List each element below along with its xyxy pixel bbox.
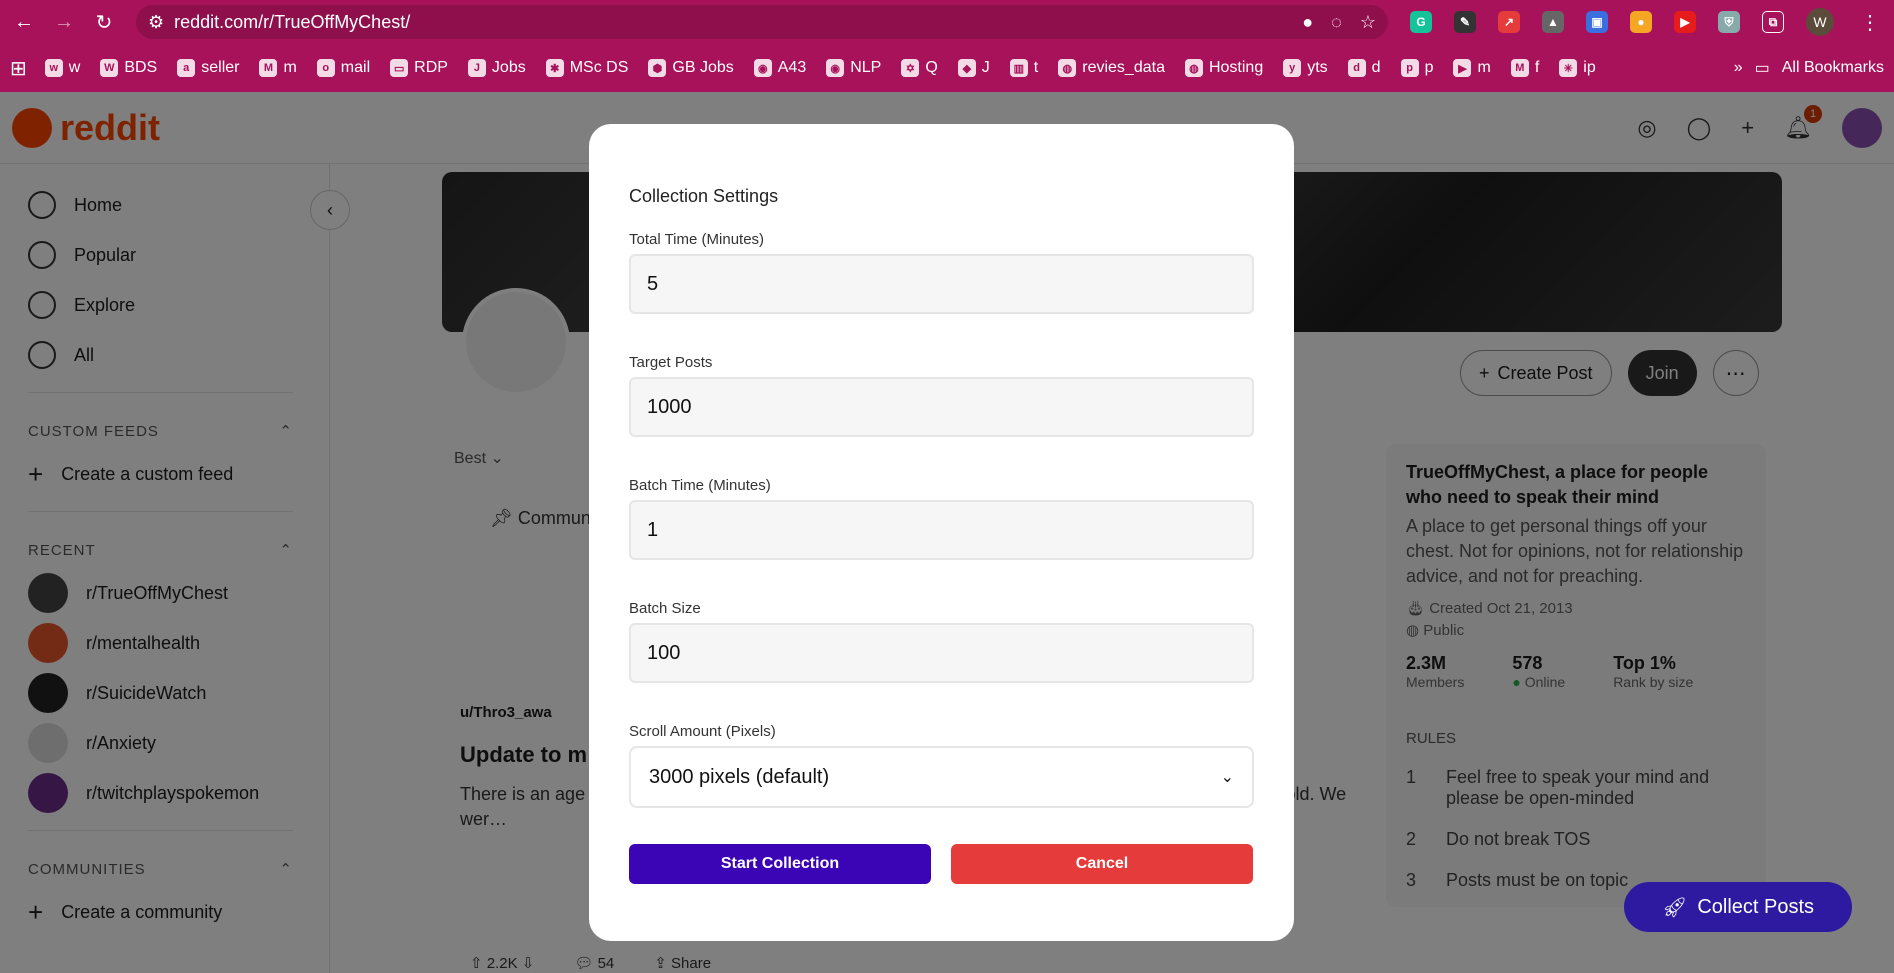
remote-desktop-icon: ▭ xyxy=(390,59,409,77)
back-arrow-icon[interactable]: ← xyxy=(10,8,38,36)
bookmark-item[interactable]: ✳ ip xyxy=(1549,59,1605,77)
bookmark-item[interactable]: ✱ MSc DS xyxy=(536,59,639,77)
jobs-icon: J xyxy=(467,59,486,77)
bookmark-star-icon[interactable]: ☆ xyxy=(1360,12,1376,33)
bookmark-item[interactable]: W BDS xyxy=(90,59,167,77)
github-icon: ◉ xyxy=(826,59,845,77)
apps-grid-icon[interactable]: ⊞ xyxy=(10,56,35,81)
trello-icon: ▥ xyxy=(1009,59,1028,77)
whatsapp-icon: w xyxy=(44,59,63,77)
yts-icon: y xyxy=(1283,59,1302,77)
play-icon: ▶ xyxy=(1453,59,1472,77)
chevron-down-icon: ⌄ xyxy=(1220,769,1234,786)
bookmark-item[interactable]: ◉ NLP xyxy=(816,59,891,77)
bookmark-item[interactable]: ◉ A43 xyxy=(744,59,816,77)
bookmark-item[interactable]: Mf xyxy=(1501,59,1549,77)
extensions-puzzle-icon[interactable]: ⧉ xyxy=(1762,11,1784,33)
tracking-prevention-icon[interactable]: ◌ xyxy=(1331,12,1342,33)
extensions: G ✎ ↗ ▲ ▣ ● ▶ ⛨ ⧉ W ⋮ xyxy=(1410,8,1884,36)
target-posts-input[interactable] xyxy=(629,377,1254,437)
all-bookmarks-link[interactable]: All Bookmarks xyxy=(1782,59,1884,77)
field-label: Batch Time (Minutes) xyxy=(629,477,771,494)
more-bookmarks-chevron-icon[interactable]: » xyxy=(1734,59,1743,77)
target-posts-field: Target Posts xyxy=(629,354,1254,437)
github-icon: ◉ xyxy=(753,59,772,77)
collection-settings-dialog: Collection Settings Total Time (Minutes)… xyxy=(589,124,1294,941)
jira-icon: ◆ xyxy=(957,59,976,77)
bookmark-item[interactable]: a seller xyxy=(167,59,249,77)
bookmark-item[interactable]: ww xyxy=(35,59,91,77)
triangle-extension-icon[interactable]: ▲ xyxy=(1542,11,1564,33)
scroll-amount-field: Scroll Amount (Pixels) 3000 pixels (defa… xyxy=(629,723,1254,808)
address-bar-row: ← → ↻ ⚙ reddit.com/r/TrueOffMyChest/ ● ◌… xyxy=(0,0,1894,44)
bookmark-item[interactable]: ◍ Hosting xyxy=(1175,59,1273,77)
total-time-input[interactable] xyxy=(629,254,1254,314)
url-bar[interactable]: ⚙ reddit.com/r/TrueOffMyChest/ ● ◌ ☆ xyxy=(136,5,1388,39)
bookmark-item[interactable]: o mail xyxy=(307,59,380,77)
rocket-icon: 🚀︎ xyxy=(1661,896,1688,919)
scroll-amount-select[interactable]: 3000 pixels (default) ⌄ xyxy=(629,746,1254,808)
browser-menu-icon[interactable]: ⋮ xyxy=(1856,8,1884,36)
wordpress-icon: W xyxy=(100,59,119,77)
eyedropper-extension-icon[interactable]: ✎ xyxy=(1454,11,1476,33)
batch-size-input[interactable] xyxy=(629,623,1254,683)
url-text: reddit.com/r/TrueOffMyChest/ xyxy=(174,11,411,32)
msc-icon: ✱ xyxy=(545,59,564,77)
p-icon: p xyxy=(1400,59,1419,77)
bookmark-item[interactable]: dd xyxy=(1338,59,1391,77)
globe-icon: ◍ xyxy=(1184,59,1203,77)
bookmark-item[interactable]: ▭ RDP xyxy=(380,59,458,77)
shield-extension-icon[interactable]: ⛨ xyxy=(1718,11,1740,33)
gmail-icon: M xyxy=(259,59,278,77)
bookmark-item[interactable]: Mm xyxy=(249,59,306,77)
batch-size-field: Batch Size xyxy=(629,600,1254,683)
forward-arrow-icon[interactable]: → xyxy=(50,8,78,36)
batch-time-input[interactable] xyxy=(629,500,1254,560)
browser-chrome: ← → ↻ ⚙ reddit.com/r/TrueOffMyChest/ ● ◌… xyxy=(0,0,1894,92)
d-icon: d xyxy=(1347,59,1366,77)
folder-icon: ▭ xyxy=(1754,60,1770,77)
bookmark-item[interactable]: ◆ J xyxy=(948,59,1000,77)
globe-icon: ◍ xyxy=(1058,59,1077,77)
walmart-icon: ✳ xyxy=(1559,59,1578,77)
screen-extension-icon[interactable]: ▣ xyxy=(1586,11,1608,33)
bookmarks-bar: ⊞ ww W BDS a seller Mm o mail ▭ RDP J Jobs ✱ M… xyxy=(0,44,1894,92)
total-time-field: Total Time (Minutes) xyxy=(629,231,1254,314)
bookmark-item[interactable]: pp xyxy=(1391,59,1444,77)
bookmark-item[interactable]: J Jobs xyxy=(458,59,536,77)
gb-jobs-icon: ⬢ xyxy=(648,59,667,77)
field-label: Total Time (Minutes) xyxy=(629,231,765,248)
medium-icon: M xyxy=(1510,59,1529,77)
cancel-button[interactable]: Cancel xyxy=(951,844,1253,884)
amazon-icon: a xyxy=(177,59,196,77)
bookmark-item[interactable]: ✡ Q xyxy=(891,59,947,77)
profile-avatar[interactable]: W xyxy=(1806,8,1834,36)
bookmark-item[interactable]: ⬢ GB Jobs xyxy=(638,59,743,77)
bookmark-item[interactable]: ▶ m xyxy=(1443,59,1500,77)
reload-icon[interactable]: ↻ xyxy=(90,8,118,36)
start-collection-button[interactable]: Start Collection xyxy=(629,844,931,884)
color-extension-icon[interactable]: ● xyxy=(1630,11,1652,33)
grammarly-extension-icon[interactable]: G xyxy=(1410,11,1432,33)
bookmark-item[interactable]: ◍ revies_data xyxy=(1048,59,1175,77)
arrow-extension-icon[interactable]: ↗ xyxy=(1498,11,1520,33)
site-info-icon[interactable]: ⚙ xyxy=(148,12,164,33)
field-label: Batch Size xyxy=(629,600,701,617)
bookmark-item[interactable]: ▥ t xyxy=(1000,59,1048,77)
dialog-actions: Start Collection Cancel xyxy=(629,844,1254,884)
field-label: Target Posts xyxy=(629,354,713,371)
field-label: Scroll Amount (Pixels) xyxy=(629,723,776,740)
star-of-david-icon: ✡ xyxy=(901,59,920,77)
batch-time-field: Batch Time (Minutes) xyxy=(629,477,1254,560)
collect-posts-button[interactable]: 🚀︎ Collect Posts xyxy=(1624,882,1852,932)
bookmark-item[interactable]: y yts xyxy=(1273,59,1337,77)
outlook-icon: o xyxy=(316,59,335,77)
dialog-title: Collection Settings xyxy=(629,186,779,206)
reddit-extension-icon[interactable]: ● xyxy=(1302,12,1313,33)
youtube-extension-icon[interactable]: ▶ xyxy=(1674,11,1696,33)
